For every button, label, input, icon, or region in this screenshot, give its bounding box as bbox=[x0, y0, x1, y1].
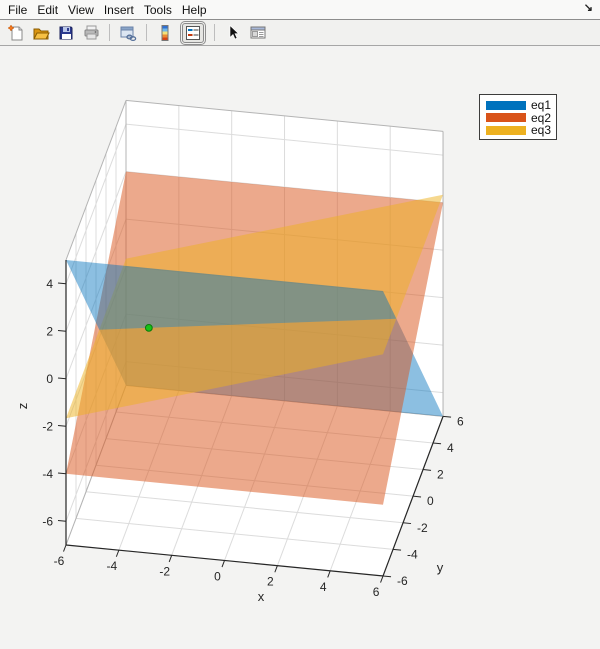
toolbar-separator bbox=[146, 24, 147, 41]
save-figure-button[interactable] bbox=[55, 23, 77, 43]
legend-swatch-eq2 bbox=[486, 113, 526, 122]
legend-label: eq1 bbox=[531, 99, 551, 111]
legend-swatch-eq1 bbox=[486, 101, 526, 110]
tick-label: -6 bbox=[54, 554, 65, 568]
tick-label: 4 bbox=[447, 441, 454, 455]
tick-label: 2 bbox=[437, 468, 444, 482]
figure-toolbar bbox=[0, 20, 600, 46]
link-plot-button[interactable] bbox=[117, 23, 139, 43]
legend-item-eq2[interactable]: eq2 bbox=[486, 112, 556, 124]
new-figure-button[interactable] bbox=[5, 23, 27, 43]
legend-label: eq2 bbox=[531, 112, 551, 124]
tick-label: -2 bbox=[42, 419, 53, 433]
tick-label: -2 bbox=[417, 521, 428, 535]
tick-label: 0 bbox=[427, 494, 434, 508]
tick-label: -4 bbox=[42, 467, 53, 481]
toolbar-separator bbox=[214, 24, 215, 41]
menu-view[interactable]: View bbox=[68, 3, 94, 17]
menu-tools[interactable]: Tools bbox=[144, 3, 172, 17]
legend-swatch-eq3 bbox=[486, 126, 526, 135]
tick-label: 6 bbox=[457, 414, 464, 428]
menu-file[interactable]: File bbox=[8, 3, 27, 17]
property-inspector-button[interactable] bbox=[247, 23, 269, 43]
tick-label: 2 bbox=[267, 575, 274, 589]
menu-help[interactable]: Help bbox=[182, 3, 207, 17]
menu-edit[interactable]: Edit bbox=[37, 3, 58, 17]
menu-insert[interactable]: Insert bbox=[104, 3, 134, 17]
menu-bar: File Edit View Insert Tools Help ↘ bbox=[0, 0, 600, 20]
tick-label: -4 bbox=[407, 547, 418, 561]
tick-label: 4 bbox=[320, 580, 327, 594]
link-plot-icon bbox=[119, 24, 137, 42]
new-figure-icon bbox=[7, 24, 25, 42]
legend-label: eq3 bbox=[531, 124, 551, 136]
edit-plot-arrow-icon bbox=[224, 24, 242, 42]
property-inspector-icon bbox=[249, 24, 267, 42]
tick-label: -4 bbox=[107, 559, 118, 573]
print-figure-icon bbox=[82, 24, 100, 42]
print-figure-button[interactable] bbox=[80, 23, 102, 43]
insert-colorbar-button[interactable] bbox=[154, 23, 176, 43]
solution-point-marker[interactable] bbox=[145, 324, 152, 331]
tick-label: 0 bbox=[46, 372, 53, 386]
tick-label: 6 bbox=[373, 585, 380, 599]
tick-label: 0 bbox=[214, 569, 221, 583]
open-file-icon bbox=[32, 24, 50, 42]
z-axis-label: z bbox=[15, 403, 30, 410]
edit-plot-button[interactable] bbox=[222, 23, 244, 43]
open-file-button[interactable] bbox=[30, 23, 52, 43]
menu-overflow-arrow-icon[interactable]: ↘ bbox=[584, 1, 593, 14]
insert-legend-button[interactable] bbox=[182, 23, 204, 43]
matlab-figure-window: { "window": { "menu": ["File", "Edit", "… bbox=[0, 0, 600, 649]
toolbar-separator bbox=[109, 24, 110, 41]
x-axis-label: x bbox=[258, 589, 265, 604]
tick-label: 4 bbox=[46, 277, 53, 291]
save-figure-icon bbox=[57, 24, 75, 42]
y-axis-label: y bbox=[437, 560, 444, 575]
legend-item-eq1[interactable]: eq1 bbox=[486, 99, 556, 111]
insert-legend-icon bbox=[184, 24, 202, 42]
tick-label: -2 bbox=[159, 564, 170, 578]
tick-label: 2 bbox=[46, 324, 53, 338]
tick-label: -6 bbox=[397, 574, 408, 588]
legend-item-eq3[interactable]: eq3 bbox=[486, 124, 556, 136]
tick-label: -6 bbox=[42, 514, 53, 528]
plot-legend[interactable]: eq1 eq2 eq3 bbox=[479, 94, 557, 140]
insert-colorbar-icon bbox=[156, 24, 174, 42]
